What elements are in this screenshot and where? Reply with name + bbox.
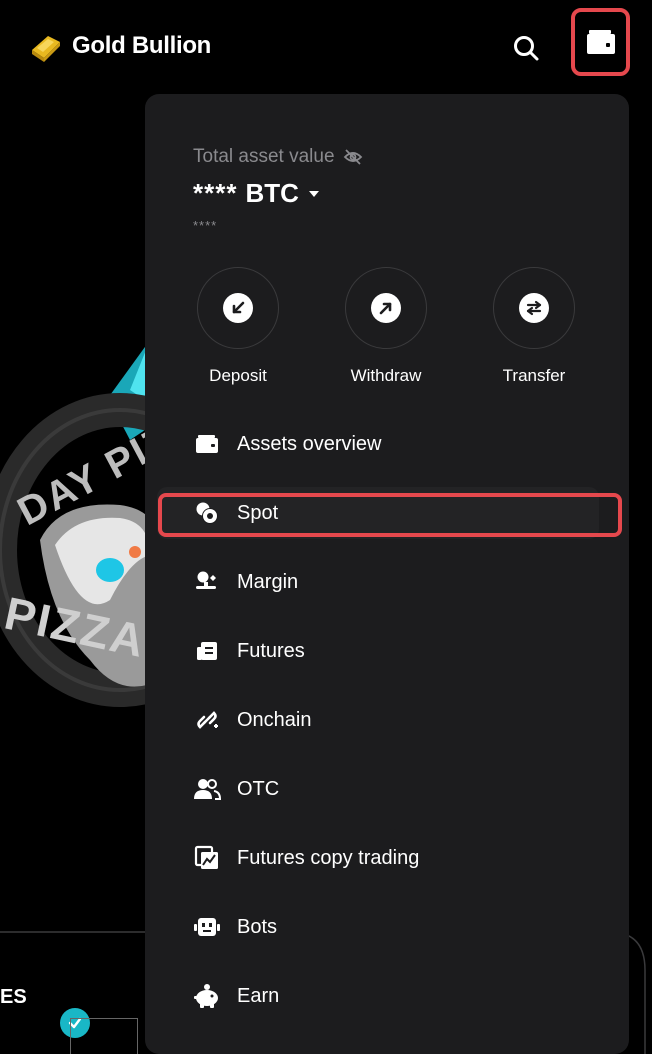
transfer-label: Transfer bbox=[502, 366, 566, 385]
search-button[interactable] bbox=[506, 28, 546, 68]
menu-item-onchain[interactable]: Onchain bbox=[157, 694, 599, 746]
wallet-icon bbox=[586, 30, 615, 54]
wallet-button[interactable] bbox=[571, 8, 630, 76]
card-text: ES bbox=[0, 986, 27, 1008]
transfer-icon bbox=[519, 293, 549, 323]
menu-item-spot[interactable]: Spot bbox=[157, 487, 599, 539]
total-asset-label-row: Total asset value bbox=[193, 146, 363, 168]
deposit-icon bbox=[223, 293, 253, 323]
card-thumbnail bbox=[70, 1018, 138, 1054]
piggy-bank-icon bbox=[193, 982, 221, 1010]
assets-dropdown-panel: Total asset value **** BTC **** Deposit bbox=[145, 94, 629, 1054]
total-asset-value-row[interactable]: **** BTC bbox=[193, 178, 321, 209]
asset-value-mask: **** bbox=[193, 178, 238, 208]
deposit-label: Deposit bbox=[209, 366, 267, 385]
withdraw-button[interactable]: Withdraw bbox=[326, 267, 446, 386]
robot-icon bbox=[193, 913, 221, 941]
promo-artwork: DAY PIZZA PIZZA bbox=[0, 300, 160, 740]
futures-icon bbox=[193, 637, 221, 665]
eye-off-icon[interactable] bbox=[343, 149, 363, 165]
brand-name: Gold Bullion bbox=[72, 32, 212, 59]
caret-down-icon bbox=[308, 190, 319, 197]
withdraw-icon bbox=[371, 293, 401, 323]
asset-sub-value: **** bbox=[193, 218, 218, 233]
menu-item-futures-copy-trading[interactable]: Futures copy trading bbox=[157, 832, 599, 884]
users-icon bbox=[193, 775, 221, 803]
menu-item-futures[interactable]: Futures bbox=[157, 625, 599, 677]
top-header: Gold Bullion bbox=[0, 0, 652, 92]
margin-icon bbox=[193, 568, 221, 596]
brand[interactable]: Gold Bullion bbox=[28, 28, 211, 64]
asset-currency: BTC bbox=[245, 178, 299, 208]
menu-item-earn[interactable]: Earn bbox=[157, 970, 599, 1022]
menu-item-bots[interactable]: Bots bbox=[157, 901, 599, 953]
gold-bar-logo-icon bbox=[32, 36, 60, 62]
deposit-button[interactable]: Deposit bbox=[178, 267, 298, 386]
total-asset-label: Total asset value bbox=[193, 146, 335, 167]
menu-item-assets-overview[interactable]: Assets overview bbox=[157, 418, 599, 470]
menu-item-margin[interactable]: Margin bbox=[157, 556, 599, 608]
chain-link-icon bbox=[193, 706, 221, 734]
menu-item-otc[interactable]: OTC bbox=[157, 763, 599, 815]
coins-icon bbox=[193, 499, 221, 527]
transfer-button[interactable]: Transfer bbox=[474, 267, 594, 386]
withdraw-label: Withdraw bbox=[350, 366, 422, 385]
copy-trading-icon bbox=[193, 844, 221, 872]
wallet-icon bbox=[193, 430, 221, 458]
search-icon bbox=[514, 36, 539, 61]
